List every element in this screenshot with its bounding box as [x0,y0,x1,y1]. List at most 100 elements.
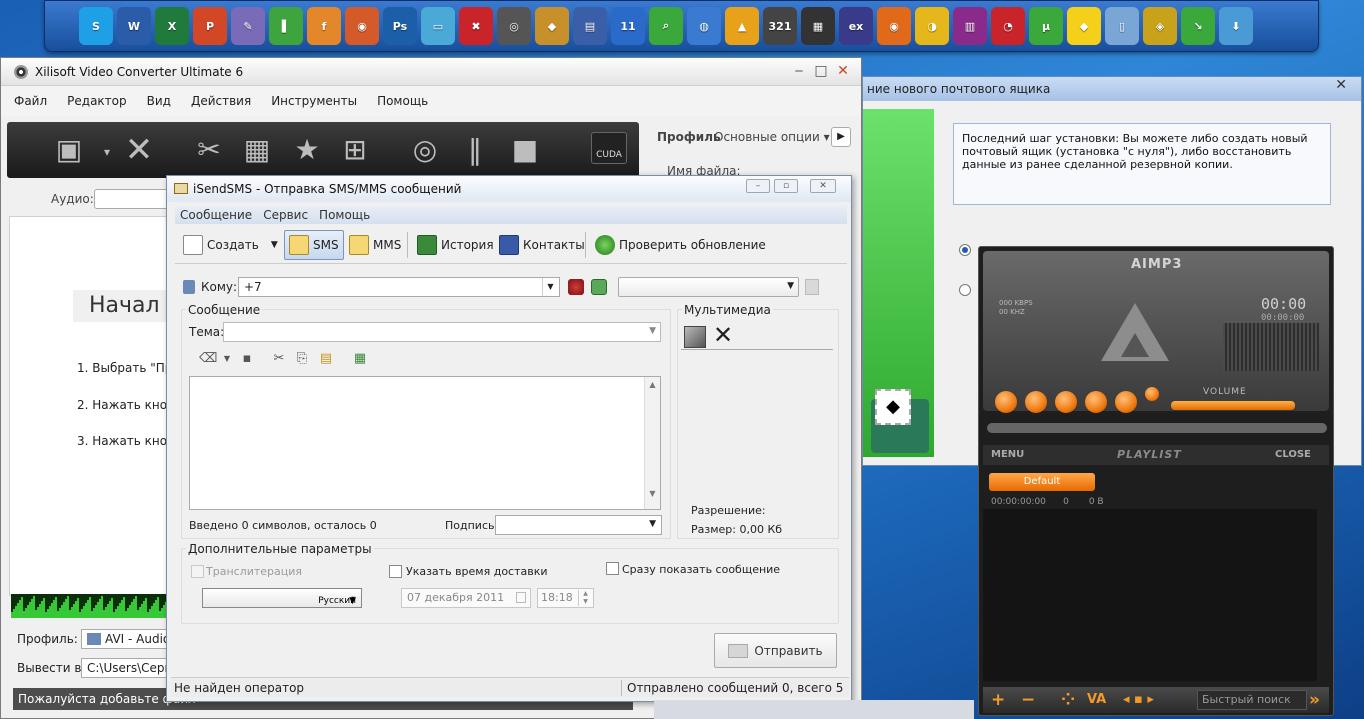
ex-icon[interactable]: ex [839,7,873,45]
palette-icon[interactable]: ◆ [535,7,569,45]
profile-value[interactable]: Основные опции ▾ [714,130,830,144]
sms-tab-button[interactable]: SMS [284,230,344,260]
sms-minimize-icon[interactable]: – [746,179,770,193]
volume-slider[interactable] [1171,401,1295,410]
magnifier-icon[interactable]: ⌕ [649,7,683,45]
paste-icon[interactable]: ▤ [318,351,334,367]
to-dropdown-icon[interactable]: ▼ [542,278,558,296]
bat-icon[interactable]: ◆ [1067,7,1101,45]
check-update-button[interactable]: Проверить обновление [591,230,770,260]
aimp-icon[interactable]: ▲ [725,7,759,45]
floppy-icon[interactable]: ▤ [573,7,607,45]
contacts-button[interactable]: Контакты [495,230,589,260]
swf-icon[interactable]: f [307,7,341,45]
delivery-time-checkbox[interactable] [389,565,402,578]
message-textarea[interactable]: ▲ ▼ [189,376,661,510]
dialog-close-icon[interactable]: ✕ [1335,77,1347,93]
next-button[interactable] [1115,391,1137,413]
menu-tools[interactable]: Инструменты [271,94,357,108]
output-path-field[interactable]: C:\Users\Серге [81,658,169,678]
cut-icon[interactable]: ✂ [191,132,227,168]
send-button[interactable]: Отправить [714,633,837,668]
globe-icon[interactable]: ◍ [687,7,721,45]
menu-service[interactable]: Сервис [263,206,308,224]
open-button[interactable] [1145,387,1159,401]
menu-help[interactable]: Помощь [319,206,370,224]
group-pick-icon[interactable] [591,279,607,295]
chrome-icon[interactable]: ◑ [915,7,949,45]
delete-icon[interactable]: ✕ [121,132,157,168]
copy-icon[interactable]: ⎘ [294,351,310,367]
firefox-icon[interactable]: ◉ [877,7,911,45]
create-dropdown-icon[interactable]: ▼ [271,240,278,250]
time-spinner-arrows-icon[interactable]: ▲ ▼ [578,590,592,606]
delivery-date-picker[interactable]: 07 декабря 2011 [401,588,531,608]
option-create-radio[interactable] [959,244,971,256]
seek-bar[interactable] [987,423,1327,433]
nav-icons[interactable]: ◂ ▪ ▸ [1123,690,1154,710]
download-arrow-icon[interactable]: ↘ [1181,7,1215,45]
sms-maximize-icon[interactable]: ▫ [774,179,798,193]
operator-info-icon[interactable] [805,279,819,295]
eleven-icon[interactable]: 11 [611,7,645,45]
menu-view[interactable]: Вид [147,94,171,108]
playlist-close-button[interactable]: CLOSE [1275,449,1311,460]
menu-message[interactable]: Сообщение [180,206,252,224]
option-restore-radio[interactable] [959,284,971,296]
pause-button[interactable] [1025,391,1047,413]
clapperboard-icon[interactable]: ▦ [801,7,835,45]
convert-icon[interactable]: ◎ [407,132,443,168]
photoshop-icon[interactable]: Ps [383,7,417,45]
translit-checkbox[interactable] [191,565,204,578]
delivery-time-spinner[interactable]: 18:18 ▲ ▼ [537,588,594,608]
sms-close-icon[interactable]: ✕ [810,179,836,193]
clapper-icon[interactable]: 321 [763,7,797,45]
audio-select[interactable] [94,189,174,209]
remove-media-icon[interactable]: ✕ [713,323,733,347]
show-now-checkbox[interactable] [606,562,619,575]
pause-icon[interactable]: ‖ [457,132,493,168]
powerpoint-icon[interactable]: P [193,7,227,45]
maximize-icon[interactable]: □ [813,63,829,79]
phone-icon[interactable]: ▯ [1105,7,1139,45]
archive-icon[interactable]: ▥ [953,7,987,45]
save-icon[interactable]: ▪ [239,351,255,367]
subject-input[interactable]: ▼ [223,322,661,342]
remove-icon[interactable]: − [1021,690,1035,710]
menu-file[interactable]: Файл [14,94,47,108]
stop-button[interactable] [1055,391,1077,413]
eye-icon[interactable]: ◉ [345,7,379,45]
sort-icon[interactable]: VA [1087,690,1106,710]
profile-select[interactable]: AVI - Audio [81,629,169,649]
prev-button[interactable] [1085,391,1107,413]
contact-pick-icon[interactable] [568,279,584,295]
mms-tab-button[interactable]: MMS [345,230,405,260]
window-icon[interactable]: ▭ [421,7,455,45]
shuffle-icon[interactable]: ⁘ [1061,690,1075,710]
cut-icon[interactable]: ✂ [271,351,287,367]
minimize-icon[interactable]: ‒ [791,63,807,79]
menu-help[interactable]: Помощь [377,94,428,108]
signature-select[interactable]: ▼ [495,515,662,535]
word-icon[interactable]: W [117,7,151,45]
effects-icon[interactable]: ★ [289,132,325,168]
excel-icon[interactable]: X [155,7,189,45]
play-button[interactable] [995,391,1017,413]
skype-icon[interactable]: S [79,7,113,45]
add-dropdown-icon[interactable]: ▾ [89,134,125,170]
film-reel-icon[interactable]: ◎ [497,7,531,45]
history-button[interactable]: История [413,230,498,260]
close-icon[interactable]: ✕ [835,63,851,79]
utorrent-icon[interactable]: µ [1029,7,1063,45]
clip-icon[interactable]: ▦ [239,132,275,168]
bug-icon[interactable]: ✖ [459,7,493,45]
create-button[interactable]: Создать ▼ [179,230,282,260]
add-image-icon[interactable] [684,326,706,348]
to-input[interactable]: +7 [238,277,560,297]
playlist-area[interactable] [983,509,1317,681]
language-select[interactable]: Русский ▼ [202,588,362,608]
playlist-menu-button[interactable]: MENU [991,449,1024,460]
eraser-dropdown-icon[interactable]: ▼ [219,351,235,367]
message-scrollbar[interactable]: ▲ ▼ [644,377,660,509]
book-icon[interactable]: ▌ [269,7,303,45]
